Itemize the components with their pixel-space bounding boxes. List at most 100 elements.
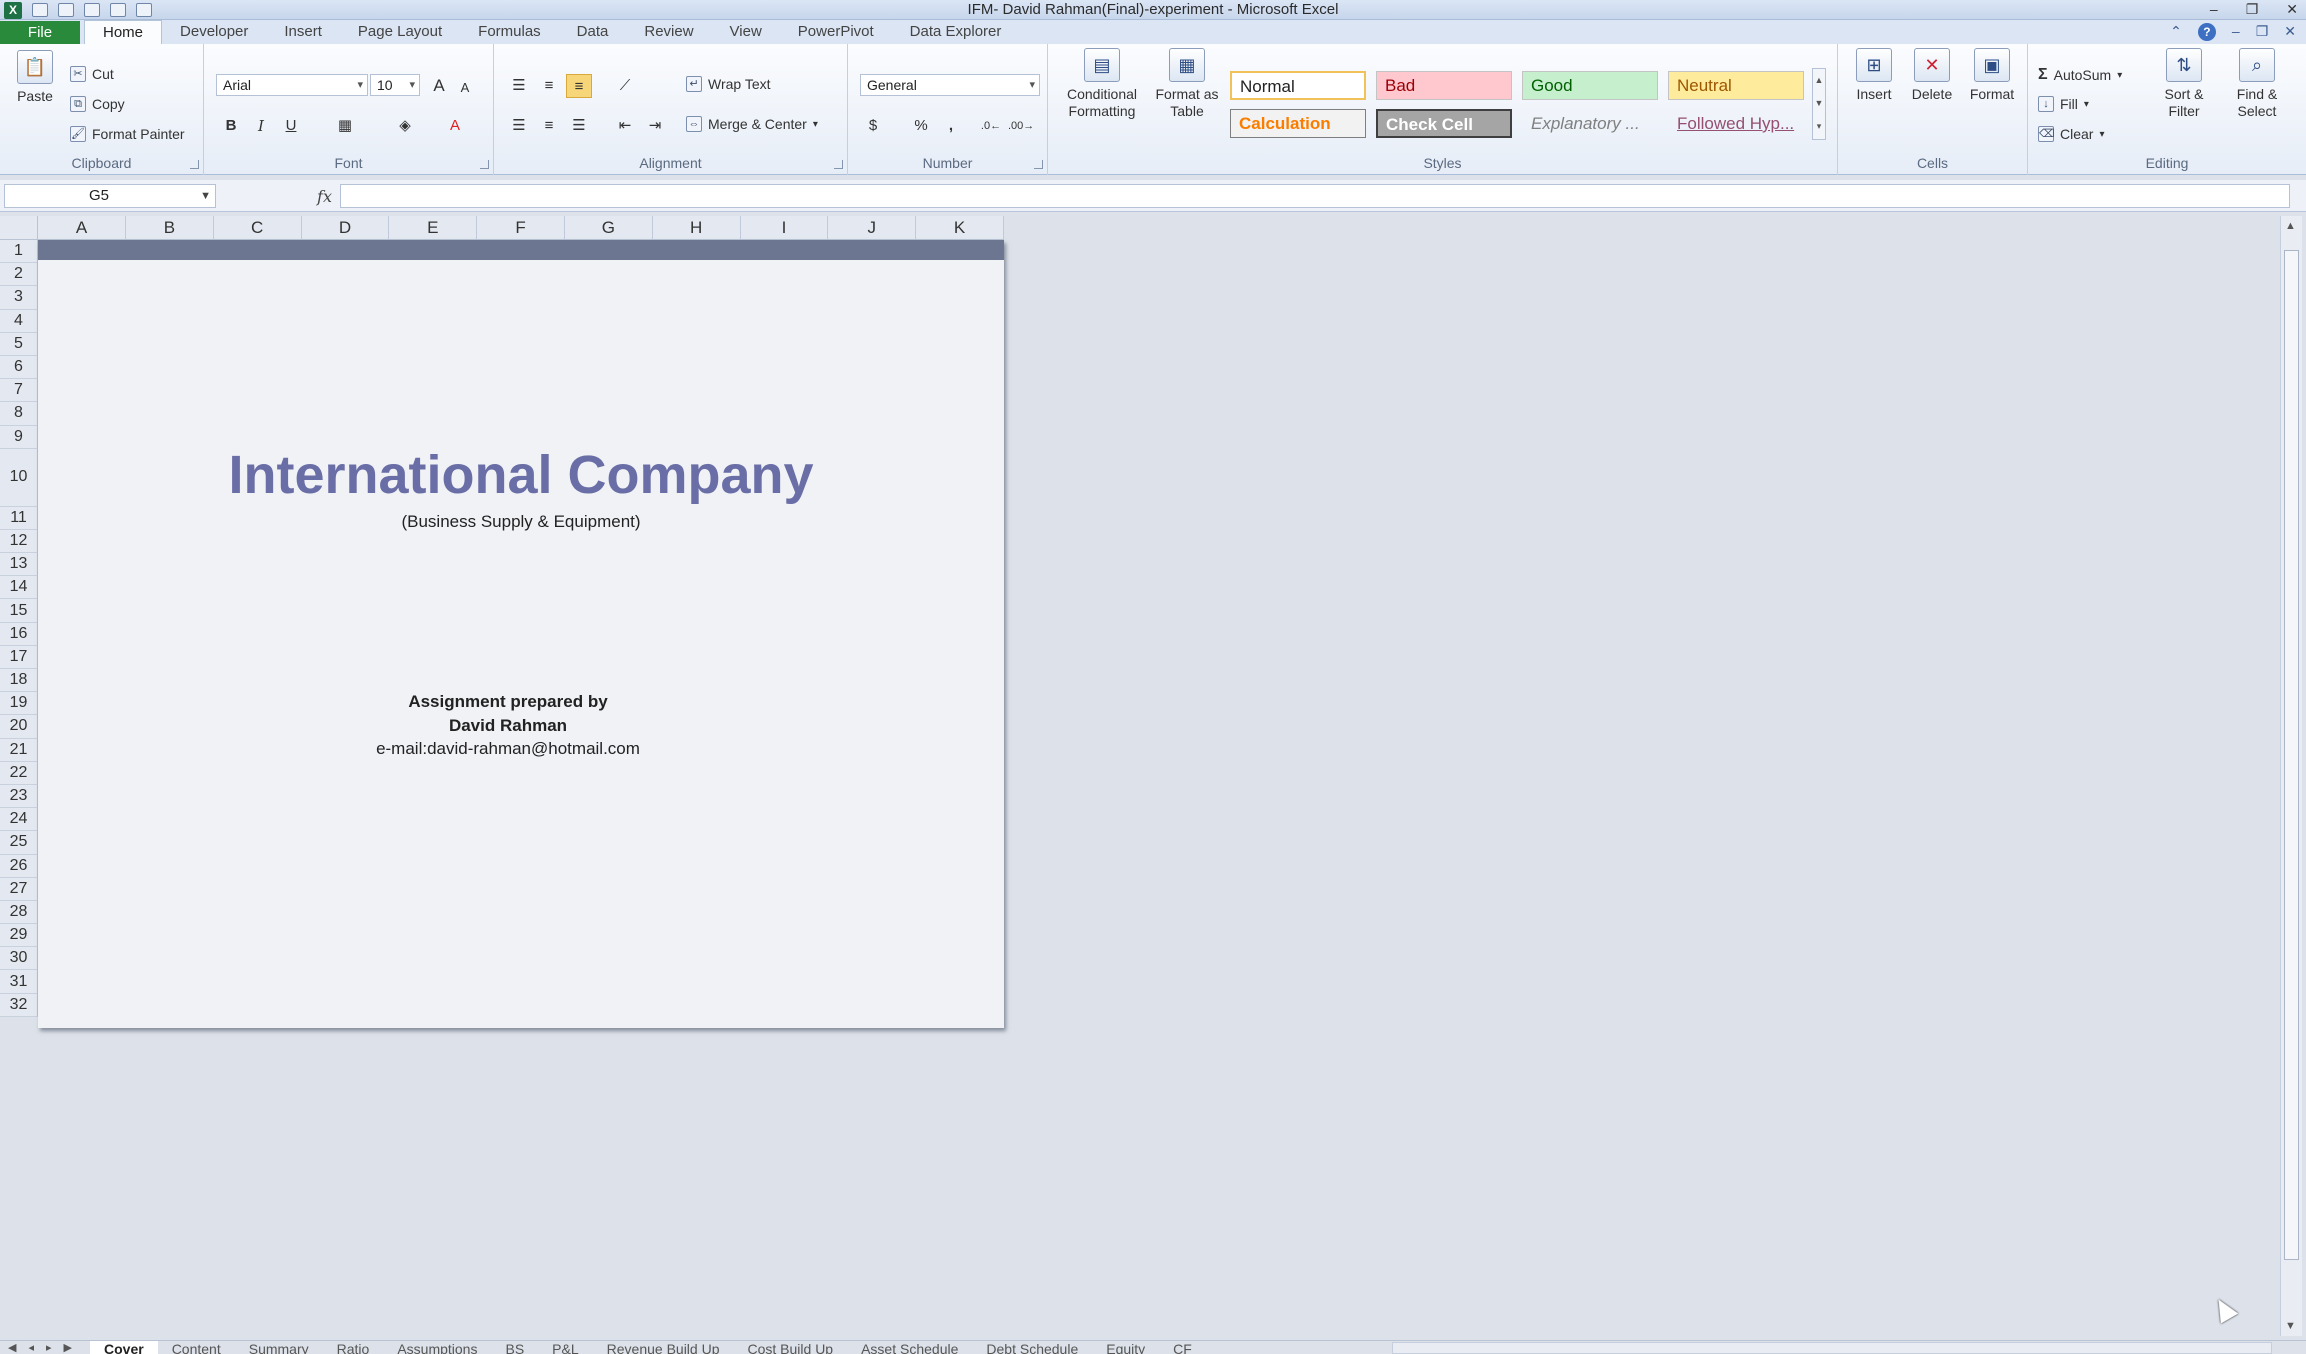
column-header-a[interactable]: A — [38, 216, 126, 240]
row-header-21[interactable]: 21 — [0, 738, 38, 762]
row-header-22[interactable]: 22 — [0, 761, 38, 785]
sheet-tab-ratio[interactable]: Ratio — [323, 1341, 384, 1354]
decrease-indent-button[interactable]: ⇤ — [612, 114, 638, 138]
sheet-tab-assumptions[interactable]: Assumptions — [383, 1341, 491, 1354]
sheet-tab-cost-build-up[interactable]: Cost Build Up — [734, 1341, 848, 1354]
align-center-button[interactable]: ≡ — [536, 114, 562, 138]
row-header-13[interactable]: 13 — [0, 553, 38, 577]
tab-insert[interactable]: Insert — [266, 20, 340, 44]
column-header-c[interactable]: C — [213, 216, 302, 240]
workbook-close-icon[interactable]: ✕ — [2284, 23, 2296, 41]
style-good[interactable]: Good — [1522, 71, 1658, 100]
sheet-tab-content[interactable]: Content — [158, 1341, 235, 1354]
align-left-button[interactable]: ☰ — [506, 114, 532, 138]
tab-developer[interactable]: Developer — [162, 20, 266, 44]
last-sheet-icon[interactable]: ▶ — [64, 1341, 72, 1354]
style-bad[interactable]: Bad — [1376, 71, 1512, 100]
row-header-8[interactable]: 8 — [0, 402, 38, 426]
column-header-i[interactable]: I — [740, 216, 829, 240]
sort-filter-button[interactable]: ⇅ Sort & Filter — [2150, 48, 2218, 120]
percent-style-button[interactable]: % — [908, 114, 934, 138]
help-icon[interactable]: ? — [2197, 23, 2216, 41]
sheet-tab-equity[interactable]: Equity — [1092, 1341, 1159, 1354]
scroll-down-icon[interactable]: ▼ — [2285, 1320, 2296, 1332]
increase-indent-button[interactable]: ⇥ — [642, 114, 668, 138]
fill-button[interactable]: ↓ Fill ▾ — [2038, 96, 2089, 112]
column-header-b[interactable]: B — [126, 216, 214, 240]
sheet-tab-p-l[interactable]: P&L — [538, 1341, 592, 1354]
row-header-14[interactable]: 14 — [0, 576, 38, 600]
autosum-button[interactable]: Σ AutoSum ▾ — [2038, 66, 2122, 84]
row-header-15[interactable]: 15 — [0, 599, 38, 623]
tab-home[interactable]: Home — [84, 20, 163, 44]
tab-formulas[interactable]: Formulas — [460, 20, 559, 44]
style-check-cell[interactable]: Check Cell — [1376, 109, 1512, 138]
clear-button[interactable]: ⌫ Clear ▾ — [2038, 126, 2105, 142]
format-painter-button[interactable]: 🖌 Format Painter — [70, 126, 185, 142]
row-header-23[interactable]: 23 — [0, 784, 38, 809]
sheet-tab-debt-schedule[interactable]: Debt Schedule — [972, 1341, 1092, 1354]
cover-page[interactable]: International Company (Business Supply &… — [38, 240, 1004, 1028]
workbook-restore-icon[interactable]: ❐ — [2256, 23, 2269, 41]
tab-review[interactable]: Review — [626, 20, 711, 44]
row-header-10[interactable]: 10 — [0, 448, 38, 507]
next-sheet-icon[interactable]: ▸ — [46, 1341, 52, 1354]
tab-data[interactable]: Data — [559, 20, 627, 44]
wrap-text-button[interactable]: ↵ Wrap Text — [686, 76, 771, 92]
sheet-tab-summary[interactable]: Summary — [235, 1341, 323, 1354]
delete-cells-button[interactable]: ✕ Delete — [1904, 48, 1960, 103]
tab-file[interactable]: File — [0, 21, 80, 44]
minimize-button[interactable]: – — [2210, 0, 2218, 18]
column-header-j[interactable]: J — [828, 216, 917, 240]
copy-button[interactable]: ⧉ Copy — [70, 96, 125, 112]
insert-function-button[interactable]: fx — [224, 184, 338, 208]
row-header-25[interactable]: 25 — [0, 831, 38, 855]
sheet-tab-cf[interactable]: CF — [1159, 1341, 1206, 1354]
row-header-2[interactable]: 2 — [0, 263, 38, 287]
tab-powerpivot[interactable]: PowerPivot — [780, 20, 892, 44]
conditional-formatting-button[interactable]: ▤ Conditional Formatting — [1056, 48, 1148, 120]
row-header-11[interactable]: 11 — [0, 506, 38, 530]
row-header-28[interactable]: 28 — [0, 900, 38, 925]
orientation-button[interactable]: ⟋ — [612, 74, 638, 98]
scroll-up-icon[interactable]: ▲ — [2285, 220, 2296, 232]
grow-font-button[interactable]: A — [426, 74, 452, 98]
increase-decimal-button[interactable]: .0← — [978, 114, 1004, 138]
row-header-31[interactable]: 31 — [0, 970, 38, 994]
font-size-combo[interactable]: 10 — [370, 74, 420, 96]
style-calculation[interactable]: Calculation — [1230, 109, 1366, 138]
clipboard-launcher[interactable] — [190, 160, 199, 169]
number-format-combo[interactable]: General — [860, 74, 1040, 96]
row-header-9[interactable]: 9 — [0, 425, 38, 449]
row-header-1[interactable]: 1 — [0, 240, 38, 264]
italic-button[interactable]: I — [248, 114, 274, 138]
shrink-font-button[interactable]: A — [452, 76, 478, 100]
column-header-d[interactable]: D — [301, 216, 390, 240]
close-button[interactable]: ✕ — [2286, 0, 2298, 18]
merge-center-button[interactable]: ⇔ Merge & Center ▾ — [686, 116, 818, 132]
find-select-button[interactable]: ⌕ Find & Select — [2222, 48, 2292, 120]
chevron-down-icon[interactable]: ▼ — [200, 185, 211, 207]
accounting-format-button[interactable]: $ — [860, 114, 886, 138]
row-header-7[interactable]: 7 — [0, 379, 38, 403]
first-sheet-icon[interactable]: ◀ — [8, 1341, 16, 1354]
format-cells-button[interactable]: ▣ Format — [1962, 48, 2022, 103]
scroll-thumb[interactable] — [2284, 250, 2299, 1260]
style-normal[interactable]: Normal — [1230, 71, 1366, 100]
style-followed-hyperlink[interactable]: Followed Hyp... — [1668, 109, 1804, 138]
column-header-f[interactable]: F — [477, 216, 565, 240]
row-header-16[interactable]: 16 — [0, 622, 38, 646]
style-neutral[interactable]: Neutral — [1668, 71, 1804, 100]
fill-color-button[interactable]: ◈ — [392, 114, 418, 138]
row-header-3[interactable]: 3 — [0, 286, 38, 310]
row-header-19[interactable]: 19 — [0, 692, 38, 716]
row-header-12[interactable]: 12 — [0, 529, 38, 554]
tab-page-layout[interactable]: Page Layout — [340, 20, 460, 44]
sheet-tab-cover[interactable]: Cover — [90, 1341, 158, 1354]
sheet-tab-revenue-build-up[interactable]: Revenue Build Up — [593, 1341, 734, 1354]
row-header-27[interactable]: 27 — [0, 877, 38, 901]
insert-cells-button[interactable]: ⊞ Insert — [1846, 48, 1902, 103]
workbook-minimize-icon[interactable]: – — [2232, 23, 2240, 41]
row-header-6[interactable]: 6 — [0, 355, 38, 380]
decrease-decimal-button[interactable]: .00→ — [1008, 114, 1034, 138]
